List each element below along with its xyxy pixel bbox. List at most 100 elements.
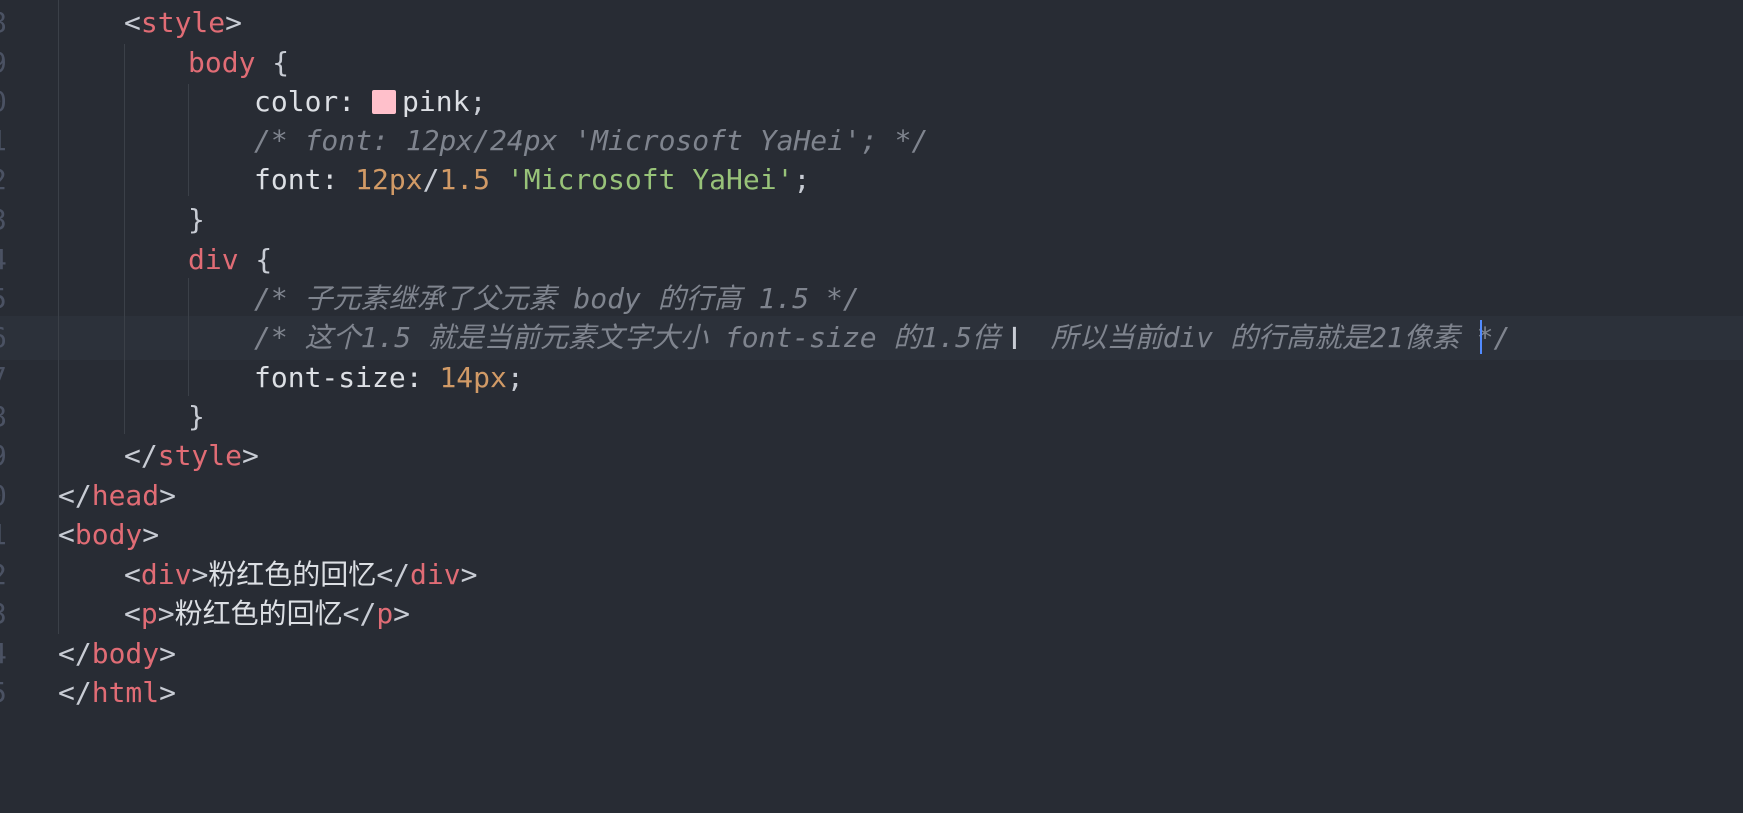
code-text: </style> bbox=[124, 434, 259, 478]
token-punc: > bbox=[393, 597, 411, 630]
text-caret bbox=[1480, 320, 1482, 354]
token-tag: style bbox=[157, 439, 243, 472]
token-punc: ; bbox=[506, 361, 524, 394]
token-tag: body bbox=[74, 518, 143, 551]
token-punc: </ bbox=[58, 676, 92, 709]
token-tag: html bbox=[91, 676, 160, 709]
code-text: /* 这个1.5 就是当前元素文字大小 font-size 的1.5倍 所以当前… bbox=[254, 316, 1510, 360]
code-line[interactable]: 8} bbox=[0, 395, 1743, 439]
token-prop: font: bbox=[254, 163, 356, 196]
token-punc: > bbox=[159, 676, 177, 709]
token-punc: </ bbox=[124, 439, 158, 472]
token-punc: / bbox=[422, 163, 440, 196]
color-swatch[interactable] bbox=[372, 90, 397, 114]
token-punc: > bbox=[191, 558, 209, 591]
token-punc: > bbox=[142, 518, 160, 551]
code-text: body { bbox=[188, 41, 289, 85]
line-number: 7 bbox=[0, 356, 16, 400]
token-prop: 粉红色的回忆 bbox=[174, 597, 343, 630]
token-punc: } bbox=[188, 400, 205, 433]
code-text: div { bbox=[188, 238, 272, 282]
code-text: } bbox=[188, 395, 205, 439]
token-cmt: /* 子元素继承了父元素 body 的行高 1.5 */ bbox=[254, 282, 860, 315]
line-number: 0 bbox=[0, 474, 16, 518]
line-number: 0 bbox=[0, 80, 16, 124]
token-tag: div bbox=[410, 558, 461, 591]
code-line[interactable]: 7 font-size: 14px; bbox=[0, 356, 1743, 400]
code-line[interactable]: 0 color: pink; bbox=[0, 80, 1743, 124]
indent-guide bbox=[58, 556, 59, 634]
token-punc: > bbox=[157, 597, 175, 630]
indent-guide bbox=[188, 278, 189, 396]
code-text: /* 子元素继承了父元素 body 的行高 1.5 */ bbox=[254, 277, 860, 321]
code-line[interactable]: 2 font: 12px/1.5 'Microsoft YaHei'; bbox=[0, 158, 1743, 202]
token-punc: ; bbox=[469, 85, 487, 118]
code-text: <body> bbox=[58, 513, 159, 557]
code-line[interactable]: 1 <body> bbox=[0, 513, 1743, 557]
token-punc: ; bbox=[793, 163, 811, 196]
code-line[interactable]: 2<div>粉红色的回忆</div> bbox=[0, 553, 1743, 597]
code-editor[interactable]: 5</html>4</body>3<p>粉红色的回忆</p>2<div>粉红色的… bbox=[0, 0, 1743, 813]
code-line[interactable]: 4 </body> bbox=[0, 632, 1743, 676]
token-punc: < bbox=[124, 6, 141, 39]
line-number: 1 bbox=[0, 119, 16, 163]
line-number: 9 bbox=[0, 41, 16, 85]
token-punc: < bbox=[124, 558, 141, 591]
code-line[interactable]: 1 /* font: 12px/24px 'Microsoft YaHei'; *… bbox=[0, 119, 1743, 163]
token-punc bbox=[490, 163, 507, 196]
token-prop: color: bbox=[254, 85, 373, 118]
code-text: /* font: 12px/24px 'Microsoft YaHei'; */ bbox=[254, 119, 928, 163]
indent-guide bbox=[124, 44, 125, 434]
line-number: 3 bbox=[0, 592, 16, 636]
code-line[interactable]: 0 </head> bbox=[0, 474, 1743, 518]
indent-guide bbox=[188, 84, 189, 196]
token-punc: </ bbox=[58, 637, 92, 670]
token-prop: font-size: bbox=[254, 361, 440, 394]
line-number: 4 bbox=[0, 238, 16, 282]
token-tag: p bbox=[376, 597, 394, 630]
token-prop: 粉红色的回忆 bbox=[208, 558, 377, 591]
code-line[interactable]: 3} bbox=[0, 198, 1743, 242]
token-punc: > bbox=[159, 637, 177, 670]
token-punc: </ bbox=[342, 597, 377, 630]
token-tag: style bbox=[140, 6, 226, 39]
token-tag: body bbox=[91, 637, 160, 670]
token-num: 14px bbox=[439, 361, 507, 394]
code-line[interactable]: 5 </html> bbox=[0, 671, 1743, 715]
line-number: 5 bbox=[0, 671, 16, 715]
indent-guide bbox=[58, 0, 59, 630]
token-str: 'Microsoft YaHei' bbox=[506, 163, 794, 196]
line-number: 8 bbox=[0, 395, 16, 439]
line-number: 8 bbox=[0, 1, 16, 45]
token-punc: } bbox=[188, 203, 205, 236]
token-punc: < bbox=[58, 518, 75, 551]
code-line[interactable]: 3<p>粉红色的回忆</p> bbox=[0, 592, 1743, 636]
token-cmt: /* 这个1.5 就是当前元素文字大小 font-size 的1.5倍 所以当前… bbox=[254, 321, 1511, 354]
code-line[interactable]: 8 <style> bbox=[0, 1, 1743, 45]
code-line[interactable]: 9 </style> bbox=[0, 434, 1743, 478]
token-prop: pink bbox=[402, 85, 470, 118]
token-punc: > bbox=[159, 479, 177, 512]
code-text: } bbox=[188, 198, 205, 242]
code-text: <div>粉红色的回忆</div> bbox=[124, 553, 477, 597]
code-line[interactable]: 5 /* 子元素继承了父元素 body 的行高 1.5 */ bbox=[0, 277, 1743, 321]
token-punc: > bbox=[242, 439, 259, 472]
token-tag: head bbox=[91, 479, 160, 512]
code-line[interactable]: 9 body { bbox=[0, 41, 1743, 85]
code-text: </html> bbox=[58, 671, 176, 715]
code-text: font-size: 14px; bbox=[254, 356, 524, 400]
code-line[interactable]: 4 div { bbox=[0, 238, 1743, 282]
line-number: 5 bbox=[0, 277, 16, 321]
text-cursor-icon: I bbox=[1010, 322, 1019, 357]
token-tag: div bbox=[188, 243, 239, 276]
line-number: 6 bbox=[0, 316, 16, 360]
line-number: 1 bbox=[0, 513, 16, 557]
token-tag: body bbox=[188, 46, 256, 79]
token-num: 1.5 bbox=[439, 163, 491, 196]
token-punc: </ bbox=[376, 558, 411, 591]
token-num: 12px bbox=[355, 163, 423, 196]
token-punc: < bbox=[124, 597, 141, 630]
line-number: 2 bbox=[0, 158, 16, 202]
token-punc: > bbox=[460, 558, 478, 591]
line-number: 9 bbox=[0, 434, 16, 478]
